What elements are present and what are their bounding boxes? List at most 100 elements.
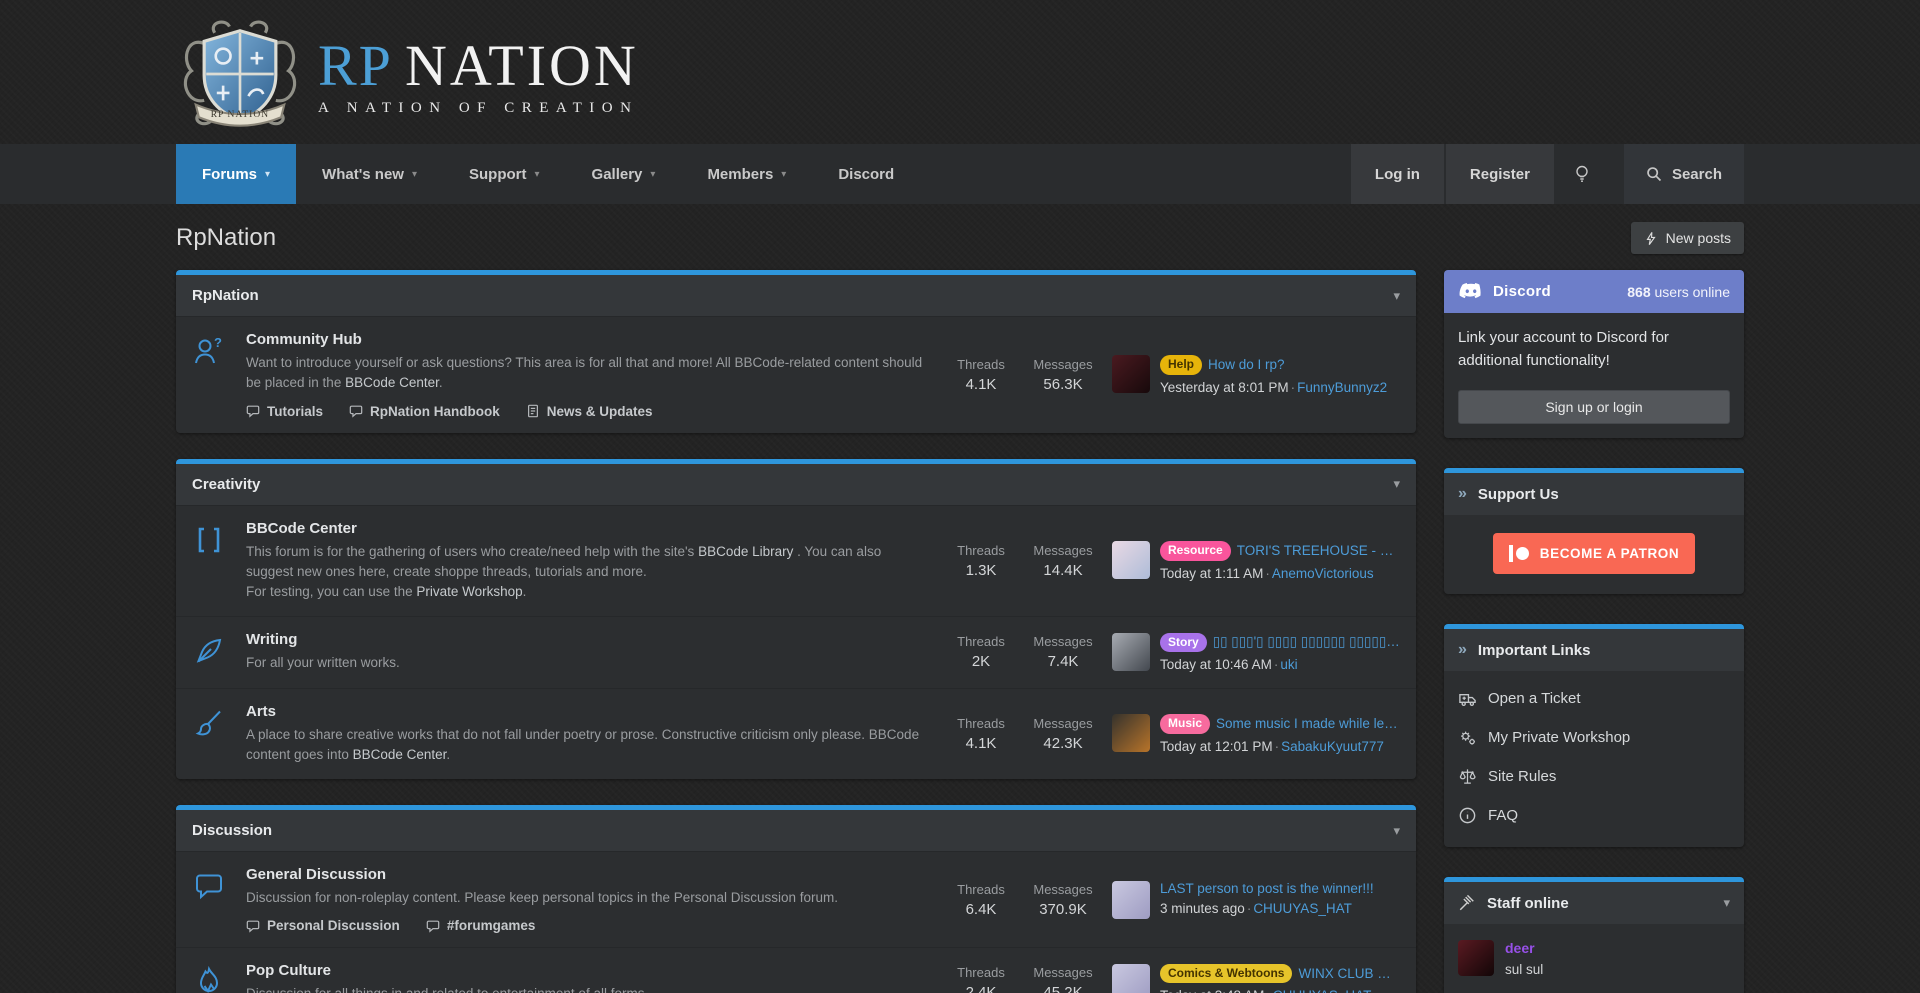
- forum-link[interactable]: Writing: [246, 631, 297, 648]
- subforum-link-tutorials[interactable]: Tutorials: [246, 404, 323, 419]
- collapse-chevron-icon[interactable]: ▾: [1393, 288, 1400, 304]
- nav-tab-whats-new[interactable]: What's new▾: [296, 144, 443, 204]
- forum-link[interactable]: Community Hub: [246, 331, 362, 348]
- forum-link[interactable]: BBCode Center: [246, 520, 357, 537]
- site-rules-link[interactable]: Site Rules: [1458, 757, 1730, 796]
- avatar[interactable]: [1112, 541, 1150, 579]
- discord-widget-body: Link your account to Discord for additio…: [1444, 313, 1744, 376]
- latest-user-link[interactable]: FunnyBunnyz2: [1297, 380, 1387, 395]
- latest-thread-link[interactable]: WINX CLUB CR…: [1298, 966, 1400, 981]
- latest-time-link[interactable]: Today at 10:46 AM: [1160, 657, 1272, 672]
- category-title: Creativity: [192, 476, 260, 493]
- nav-tab-forums[interactable]: Forums▾: [176, 144, 296, 204]
- document-icon: [526, 404, 540, 418]
- avatar[interactable]: [1112, 633, 1150, 671]
- staff-online-header[interactable]: Staff online ▾: [1444, 882, 1744, 924]
- important-links-header: » Important Links: [1444, 629, 1744, 671]
- thread-prefix-badge[interactable]: Story: [1160, 633, 1207, 653]
- category-header[interactable]: RpNation ▾: [176, 275, 1416, 316]
- latest-thread-link[interactable]: LAST person to post is the winner!!!: [1160, 881, 1374, 896]
- double-chevron-icon: »: [1458, 641, 1467, 659]
- latest-user-link[interactable]: uki: [1280, 657, 1297, 672]
- theme-toggle-button[interactable]: [1554, 144, 1610, 204]
- latest-time-link[interactable]: Today at 12:01 PM: [1160, 739, 1273, 754]
- thread-prefix-badge[interactable]: Resource: [1160, 541, 1231, 561]
- discord-signup-button[interactable]: Sign up or login: [1458, 390, 1730, 424]
- latest-thread-link[interactable]: TORI'S TREEHOUSE - c…: [1237, 543, 1400, 558]
- become-a-patron-button[interactable]: BECOME A PATRON: [1493, 533, 1695, 574]
- discord-widget-header: Discord 868 users online: [1444, 270, 1744, 313]
- messages-count: 45.2K: [1026, 984, 1100, 993]
- subforum-link-personal-discussion[interactable]: Personal Discussion: [246, 918, 400, 933]
- login-button[interactable]: Log in: [1351, 144, 1444, 204]
- forum-link[interactable]: Arts: [246, 703, 276, 720]
- avatar[interactable]: [1112, 881, 1150, 919]
- thread-prefix-badge[interactable]: Help: [1160, 355, 1202, 375]
- chat-icon: [246, 919, 260, 933]
- thread-prefix-badge[interactable]: Comics & Webtoons: [1160, 964, 1292, 984]
- wordmark-tagline: A NATION OF CREATION: [318, 100, 638, 116]
- latest-thread-link[interactable]: How do I rp?: [1208, 357, 1285, 372]
- latest-thread-link[interactable]: Some music I made while le…: [1216, 716, 1398, 731]
- forum-link[interactable]: General Discussion: [246, 866, 386, 883]
- gavel-icon: [1458, 894, 1476, 912]
- subforum-link-news[interactable]: News & Updates: [526, 404, 653, 419]
- chevron-down-icon: ▾: [535, 169, 540, 180]
- latest-thread-link[interactable]: ▯▯ ▯▯▯'▯ ▯▯▯▯ ▯▯▯▯▯▯ ▯▯▯▯▯ —— .▯ ▯▯…: [1213, 634, 1400, 650]
- collapse-chevron-icon[interactable]: ▾: [1393, 823, 1400, 839]
- register-button[interactable]: Register: [1446, 144, 1554, 204]
- latest-user-link[interactable]: AnemoVictorious: [1272, 566, 1374, 581]
- latest-user-link[interactable]: SabakuKyuut777: [1281, 739, 1384, 754]
- search-button[interactable]: Search: [1624, 144, 1744, 204]
- page-title: RpNation: [176, 224, 276, 252]
- nav-tab-discord[interactable]: Discord: [812, 144, 920, 204]
- latest-time-link[interactable]: Yesterday at 8:01 PM: [1160, 380, 1289, 395]
- subforum-link-handbook[interactable]: RpNation Handbook: [349, 404, 500, 419]
- open-a-ticket-link[interactable]: Open a Ticket: [1458, 679, 1730, 718]
- new-posts-button[interactable]: New posts: [1631, 222, 1744, 254]
- nav-tab-gallery[interactable]: Gallery▾: [566, 144, 682, 204]
- collapse-chevron-icon[interactable]: ▾: [1393, 476, 1400, 492]
- forum-node-bbcode-center: BBCode Center This forum is for the gath…: [176, 505, 1416, 617]
- latest-user-link[interactable]: CHUUYAS_HAT: [1253, 901, 1352, 916]
- latest-post: Story ▯▯ ▯▯▯'▯ ▯▯▯▯ ▯▯▯▯▯▯ ▯▯▯▯▯ —— .▯ ▯…: [1112, 633, 1400, 673]
- forum-description: Want to introduce yourself or ask questi…: [246, 353, 928, 394]
- forum-link[interactable]: Pop Culture: [246, 962, 331, 979]
- site-logo[interactable]: RP NATION RP NATION A NATION OF CREATION: [176, 12, 639, 132]
- svg-text:?: ?: [214, 335, 222, 350]
- avatar[interactable]: [1112, 964, 1150, 993]
- subforum-link-forumgames[interactable]: #forumgames: [426, 918, 536, 933]
- latest-time-link[interactable]: 3 minutes ago: [1160, 901, 1245, 916]
- main-navbar: Forums▾ What's new▾ Support▾ Gallery▾ Me…: [0, 144, 1920, 204]
- nav-tab-members[interactable]: Members▾: [681, 144, 812, 204]
- gears-icon: [1458, 728, 1477, 747]
- avatar[interactable]: [1458, 940, 1494, 976]
- messages-count: 370.9K: [1026, 901, 1100, 918]
- my-private-workshop-link[interactable]: My Private Workshop: [1458, 718, 1730, 757]
- latest-time-link[interactable]: Today at 3:48 AM: [1160, 988, 1264, 993]
- category-header[interactable]: Discussion ▾: [176, 810, 1416, 851]
- threads-count: 4.1K: [944, 376, 1018, 393]
- latest-user-link[interactable]: CHUUYAS_HAT: [1273, 988, 1372, 993]
- collapse-chevron-icon[interactable]: ▾: [1723, 895, 1730, 911]
- category-header[interactable]: Creativity ▾: [176, 464, 1416, 505]
- staff-online-widget: Staff online ▾ deer sul sul Onmy: [1444, 877, 1744, 993]
- avatar[interactable]: [1112, 714, 1150, 752]
- forum-node-arts: Arts A place to share creative works tha…: [176, 688, 1416, 780]
- latest-time-link[interactable]: Today at 1:11 AM: [1160, 566, 1263, 581]
- forum-description: A place to share creative works that do …: [246, 725, 928, 766]
- forum-stats: Threads4.1K Messages42.3K: [944, 716, 1112, 752]
- forum-stats: Threads2.4K Messages45.2K: [944, 965, 1112, 993]
- faq-link[interactable]: FAQ: [1458, 796, 1730, 835]
- chevron-down-icon: ▾: [265, 169, 270, 180]
- nav-tab-support[interactable]: Support▾: [443, 144, 566, 204]
- forum-node-pop-culture: Pop Culture Discussion for all things in…: [176, 947, 1416, 993]
- avatar[interactable]: [1112, 355, 1150, 393]
- discussion-bubble-icon: [192, 866, 246, 903]
- staff-name-link[interactable]: deer: [1505, 940, 1535, 956]
- thread-prefix-badge[interactable]: Music: [1160, 714, 1210, 734]
- forum-node-general-discussion: General Discussion Discussion for non-ro…: [176, 851, 1416, 947]
- latest-post: Music Some music I made while le… Today …: [1112, 714, 1400, 754]
- chevron-down-icon: ▾: [781, 169, 786, 180]
- double-chevron-icon: »: [1458, 485, 1467, 503]
